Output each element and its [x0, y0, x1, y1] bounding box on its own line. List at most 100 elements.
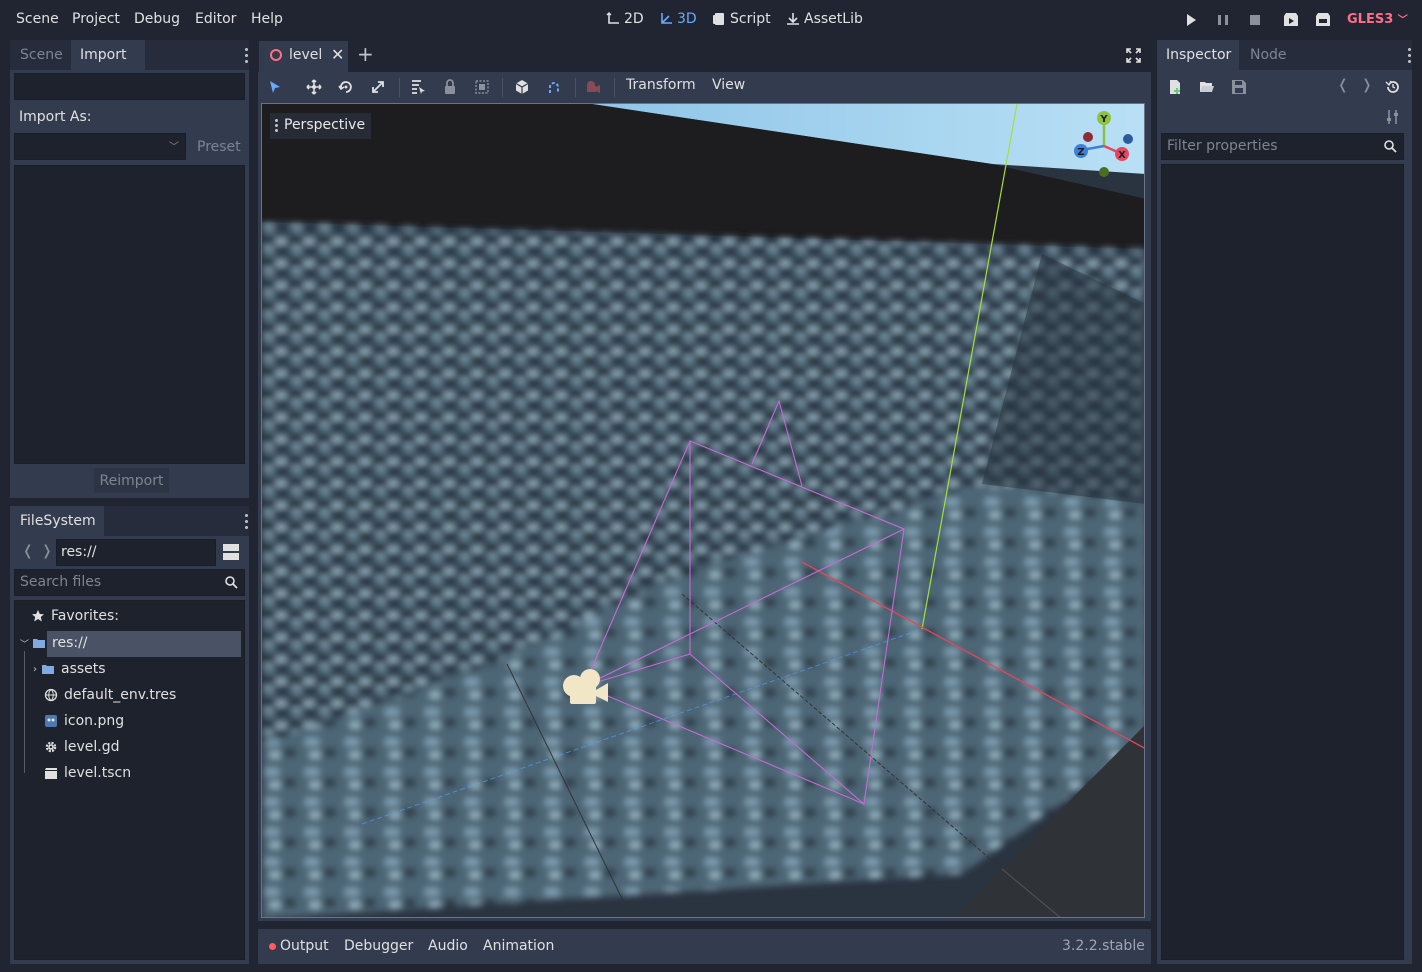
transform-menu[interactable]: Transform — [626, 77, 696, 93]
select-tool-icon[interactable] — [267, 79, 283, 95]
svg-text:Y: Y — [1099, 114, 1108, 125]
workspace-3d-button[interactable]: 3D — [659, 11, 697, 27]
preset-button[interactable]: Preset — [197, 139, 241, 155]
root-label: res:// — [52, 635, 88, 651]
node3d-icon — [270, 49, 282, 61]
menu-project[interactable]: Project — [72, 11, 120, 27]
tree-row-level-gd[interactable]: level.gd — [44, 739, 120, 755]
workspace-assetlib-label: AssetLib — [804, 11, 863, 27]
tab-import[interactable]: Import — [71, 40, 145, 70]
favorites-row[interactable]: Favorites: — [31, 608, 119, 624]
list-select-icon[interactable] — [410, 79, 426, 95]
view-menu[interactable]: View — [712, 77, 745, 93]
tree-row-icon-png[interactable]: icon.png — [44, 713, 124, 729]
move-tool-icon[interactable] — [306, 79, 322, 95]
menu-bar: Scene Project Debug Editor Help 2D 3D Sc… — [0, 0, 1422, 40]
tab-audio[interactable]: Audio — [428, 938, 468, 954]
local-space-icon[interactable] — [514, 79, 530, 95]
toolbar-separator — [575, 78, 576, 97]
image-icon — [45, 715, 57, 727]
tab-node[interactable]: Node — [1250, 47, 1287, 63]
import-as-label: Import As: — [19, 109, 92, 125]
tab-filesystem[interactable]: FileSystem — [10, 506, 104, 536]
workspace-2d-label: 2D — [624, 11, 644, 27]
pause-icon[interactable] — [1215, 12, 1231, 28]
lock-icon[interactable] — [442, 79, 458, 95]
filesystem-content: ❬ ❭ res:// Search files Favorites: ﹀ res… — [10, 536, 249, 964]
dock-menu-icon[interactable] — [1408, 48, 1412, 66]
menu-debug[interactable]: Debug — [134, 11, 180, 27]
search-files-placeholder: Search files — [20, 574, 102, 590]
dock-menu-icon[interactable] — [245, 48, 249, 66]
search-files-input[interactable]: Search files — [14, 569, 245, 596]
tree-guide-line — [24, 651, 25, 773]
tab-inspector-label: Inspector — [1166, 47, 1232, 63]
object-properties-icon[interactable] — [1385, 109, 1401, 125]
play-custom-scene-icon[interactable] — [1315, 12, 1331, 28]
workspace-3d-label: 3D — [677, 11, 697, 27]
open-folder-icon[interactable] — [1199, 79, 1215, 95]
import-as-select[interactable]: ﹀ — [14, 133, 186, 160]
preview-camera-icon[interactable] — [585, 79, 601, 95]
property-list — [1161, 164, 1404, 960]
dock-menu-icon[interactable] — [245, 514, 249, 532]
star-icon — [32, 610, 44, 622]
play-icon[interactable] — [1183, 12, 1199, 28]
tab-import-label: Import — [80, 47, 127, 63]
toolbar-separator — [502, 78, 503, 97]
item-label: assets — [61, 661, 106, 677]
menu-scene[interactable]: Scene — [16, 11, 59, 27]
version-label: 3.2.2.stable — [1062, 938, 1145, 954]
reimport-button[interactable]: Reimport — [94, 468, 169, 493]
tab-debugger[interactable]: Debugger — [344, 938, 413, 954]
history-forward-icon[interactable]: ❭ — [1361, 77, 1373, 93]
item-label: level.tscn — [64, 765, 132, 781]
tree-row-assets[interactable]: › assets — [33, 661, 106, 677]
add-tab-icon[interactable]: + — [357, 42, 374, 66]
filter-properties-input[interactable]: Filter properties — [1161, 133, 1404, 160]
3d-icon — [661, 13, 672, 24]
svg-text:Z: Z — [1077, 147, 1084, 158]
tree-row-root[interactable]: ﹀ res:// — [20, 635, 88, 651]
script-icon — [713, 13, 724, 25]
tree-row-default-env[interactable]: default_env.tres — [44, 687, 176, 703]
back-icon[interactable]: ❬ — [22, 543, 34, 559]
tab-animation[interactable]: Animation — [483, 938, 554, 954]
folder-icon — [33, 639, 46, 648]
tab-scene[interactable]: Scene — [20, 47, 63, 63]
scale-tool-icon[interactable] — [370, 79, 386, 95]
menu-editor[interactable]: Editor — [195, 11, 236, 27]
file-tree: Favorites: ﹀ res:// › assets default_env… — [14, 600, 245, 960]
split-mode-icon[interactable] — [223, 544, 239, 560]
close-icon[interactable]: ✕ — [331, 45, 344, 64]
history-back-icon[interactable]: ❬ — [1337, 77, 1349, 93]
history-icon[interactable] — [1385, 79, 1401, 95]
workspace-script-button[interactable]: Script — [712, 11, 771, 27]
forward-icon[interactable]: ❭ — [41, 543, 53, 559]
workspace-assetlib-button[interactable]: AssetLib — [786, 11, 863, 27]
3d-viewport[interactable]: Y X Z Perspective — [261, 103, 1145, 918]
group-icon[interactable] — [474, 79, 490, 95]
play-scene-icon[interactable] — [1283, 12, 1299, 28]
tree-row-level-tscn[interactable]: level.tscn — [44, 765, 131, 781]
filesystem-dock: FileSystem ❬ ❭ res:// Search files Favor… — [10, 506, 249, 964]
viewport-scene: Y X Z — [262, 104, 1144, 917]
renderer-selector[interactable]: GLES3 ﹀ — [1347, 11, 1408, 27]
item-label: level.gd — [64, 739, 120, 755]
perspective-menu-button[interactable]: Perspective — [270, 113, 372, 139]
scene-tab-level[interactable]: level ✕ — [259, 41, 348, 72]
fullscreen-icon[interactable] — [1126, 48, 1141, 63]
path-field[interactable]: res:// — [56, 539, 216, 566]
save-icon[interactable] — [1231, 79, 1247, 95]
tab-inspector[interactable]: Inspector — [1157, 40, 1239, 70]
new-resource-icon[interactable] — [1167, 79, 1183, 95]
snap-icon[interactable] — [546, 79, 562, 95]
import-file-field[interactable] — [14, 73, 245, 100]
tab-output[interactable]: Output — [280, 938, 329, 954]
item-label: default_env.tres — [64, 687, 177, 703]
stop-icon[interactable] — [1247, 12, 1263, 28]
svg-text:X: X — [1118, 150, 1126, 161]
menu-help[interactable]: Help — [251, 11, 283, 27]
rotate-tool-icon[interactable] — [338, 79, 354, 95]
workspace-2d-button[interactable]: 2D — [606, 11, 644, 27]
